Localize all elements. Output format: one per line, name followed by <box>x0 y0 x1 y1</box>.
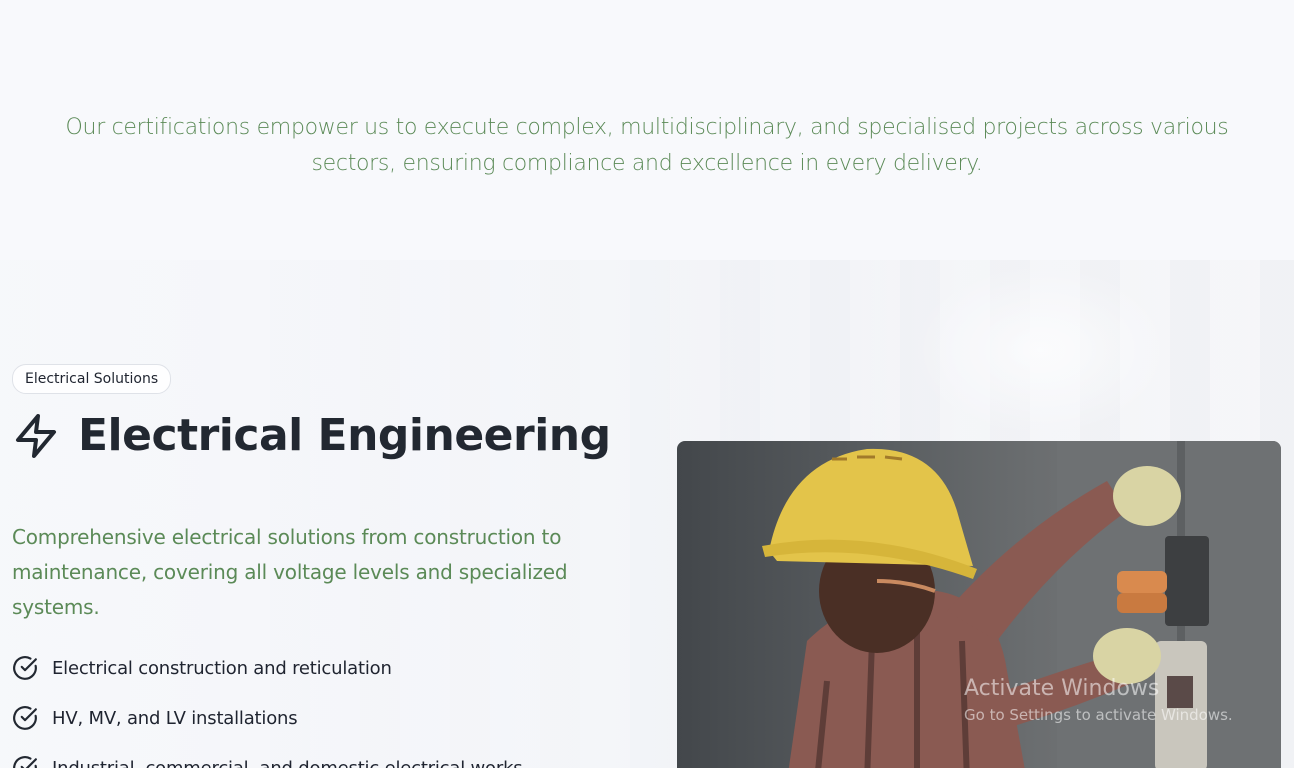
intro-text: Our certifications empower us to execute… <box>65 115 1229 176</box>
electrician-illustration <box>762 441 1281 768</box>
lightning-bolt-icon <box>16 413 56 458</box>
check-circle-icon <box>13 656 37 680</box>
certifications-intro: Our certifications empower us to execute… <box>0 0 1294 260</box>
feature-text: Electrical construction and reticulation <box>52 657 392 679</box>
section-description: Comprehensive electrical solutions from … <box>12 525 568 619</box>
section-heading: Electrical Engineering <box>12 410 611 461</box>
feature-item: Electrical construction and reticulation <box>12 643 522 693</box>
feature-item: HV, MV, and LV installations <box>12 693 522 743</box>
check-circle-icon <box>13 756 37 768</box>
feature-text: HV, MV, and LV installations <box>52 707 298 729</box>
section-title: Electrical Engineering <box>78 410 611 461</box>
check-circle-icon <box>13 706 37 730</box>
section-badge: Electrical Solutions <box>12 364 172 394</box>
electrician-photo <box>677 441 1281 768</box>
feature-list: Electrical construction and reticulation… <box>12 643 523 768</box>
feature-item: Industrial, commercial, and domestic ele… <box>12 743 523 768</box>
feature-text: Industrial, commercial, and domestic ele… <box>52 757 523 768</box>
electrical-engineering-section: Electrical Solutions Electrical Engineer… <box>0 260 1294 768</box>
